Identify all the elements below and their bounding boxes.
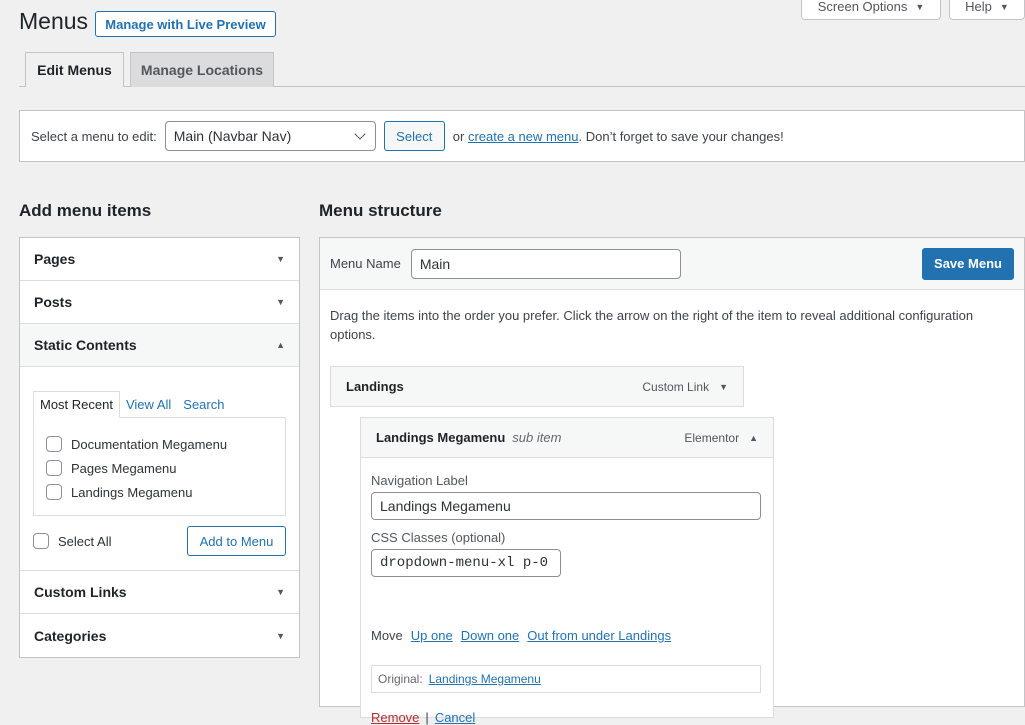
cancel-link[interactable]: Cancel [435,710,475,725]
checkbox[interactable] [46,460,62,476]
menu-item-settings: Navigation Label Landings Megamenu CSS C… [360,458,774,725]
caret-up-icon[interactable]: ▲ [749,433,758,443]
accordion-label: Pages [34,251,76,267]
menu-item-type: Custom Link [642,379,710,394]
screen-options-label: Screen Options [817,0,908,14]
list-item[interactable]: Landings Megamenu [46,480,273,504]
accordion-label: Posts [34,294,73,310]
original-info: Original: Landings Megamenu [371,665,761,693]
css-classes-title: CSS Classes (optional) [371,530,506,545]
accordion-static-contents[interactable]: Static Contents ▲ [20,324,299,367]
accordion-posts[interactable]: Posts ▼ [20,281,299,324]
tab-search[interactable]: Search [177,391,230,417]
static-contents-tabs: Most Recent View All Search [33,391,286,418]
select-all-label: Select All [58,533,112,549]
caret-down-icon: ▼ [276,587,285,597]
accordion-label: Static Contents [34,337,137,353]
accordion-label: Categories [34,627,107,644]
static-contents-list: Documentation Megamenu Pages Megamenu La… [33,417,286,516]
list-item[interactable]: Pages Megamenu [46,456,273,480]
caret-down-icon: ▼ [915,1,925,12]
add-menu-items-accordion: Pages ▼ Posts ▼ Static Contents ▲ Most R… [19,237,300,658]
move-up-one-link[interactable]: Up one [411,628,453,643]
menu-name-header: Menu Name Main Save Menu [320,238,1024,290]
menu-select-value: Main (Navbar Nav) [173,128,292,144]
accordion-label: Custom Links [34,584,127,600]
navigation-label-title: Navigation Label [371,473,468,488]
original-label: Original: [378,672,423,686]
caret-down-icon: ▼ [999,1,1009,12]
menu-item-sub-label: sub item [512,430,562,445]
live-preview-button[interactable]: Manage with Live Preview [95,11,276,37]
action-separator: | [425,710,429,725]
accordion-pages[interactable]: Pages ▼ [20,238,299,281]
add-menu-items-heading: Add menu items [19,201,152,220]
move-out-from-under-link[interactable]: Out from under Landings [527,628,671,643]
save-menu-button[interactable]: Save Menu [922,247,1014,280]
accordion-categories[interactable]: Categories ▼ [20,614,299,657]
or-text: or [452,128,465,144]
static-contents-panel: Most Recent View All Search Documentatio… [20,367,299,571]
checkbox[interactable] [46,484,62,500]
screen-options-toggle[interactable]: Screen Options ▼ [801,0,941,20]
menu-item-type: Elementor [684,430,740,445]
help-label: Help [965,0,992,14]
menu-item-landings[interactable]: Landings Custom Link ▼ [330,366,744,407]
select-menu-button[interactable]: Select [383,121,445,151]
caret-down-icon: ▼ [276,254,285,264]
move-down-one-link[interactable]: Down one [461,628,520,643]
drag-instructions: Drag the items into the order you prefer… [330,308,974,342]
remove-item-link[interactable]: Remove [371,710,419,725]
select-all-checkbox[interactable] [33,533,49,549]
static-contents-actions: Select All Add to Menu [33,526,286,556]
help-toggle[interactable]: Help ▼ [949,0,1025,20]
caret-down-icon: ▼ [276,297,285,307]
menu-item-title: Landings Megamenu [376,430,506,445]
caret-down-icon[interactable]: ▼ [719,382,728,392]
create-new-menu-link[interactable]: create a new menu [468,129,579,144]
save-reminder-text: . Don’t forget to save your changes! [578,128,784,144]
manage-menus-text: or create a new menu. Don’t forget to sa… [453,129,784,144]
chevron-down-icon [354,128,366,140]
menu-structure-heading: Menu structure [319,201,442,220]
select-all[interactable]: Select All [33,529,111,553]
page-title: Menus [19,8,89,34]
css-classes-input[interactable]: dropdown-menu-xl p-0 [371,549,561,577]
menu-select[interactable]: Main (Navbar Nav) [164,121,376,151]
list-item-label: Documentation Megamenu [71,436,228,452]
list-item-label: Landings Megamenu [71,484,193,500]
tab-manage-locations[interactable]: Manage Locations [130,52,274,87]
navigation-label-input[interactable]: Landings Megamenu [371,492,761,520]
caret-up-icon: ▲ [276,340,285,350]
menu-name-label: Menu Name [330,256,401,271]
tab-view-all[interactable]: View All [120,391,177,417]
accordion-custom-links[interactable]: Custom Links ▼ [20,571,299,614]
add-to-menu-button[interactable]: Add to Menu [187,526,286,556]
move-label: Move [371,628,403,643]
manage-menus-bar: Select a menu to edit: Main (Navbar Nav)… [19,110,1025,162]
list-item-label: Pages Megamenu [71,460,177,476]
menu-structure-panel: Menu Name Main Save Menu Drag the items … [319,237,1025,725]
tab-edit-menus[interactable]: Edit Menus [25,52,124,87]
tab-most-recent[interactable]: Most Recent [33,391,120,418]
menu-name-input[interactable]: Main [410,248,681,279]
caret-down-icon: ▼ [276,630,285,641]
list-item[interactable]: Documentation Megamenu [46,432,273,456]
menu-item-title: Landings [346,379,404,394]
select-menu-label: Select a menu to edit: [31,128,157,144]
item-actions: Remove | Cancel [371,710,475,725]
menu-item-landings-megamenu[interactable]: Landings Megamenu sub item Elementor ▲ [360,417,774,458]
original-link[interactable]: Landings Megamenu [429,672,541,686]
move-controls: Move Up one Down one Out from under Land… [371,628,671,643]
checkbox[interactable] [46,436,62,452]
